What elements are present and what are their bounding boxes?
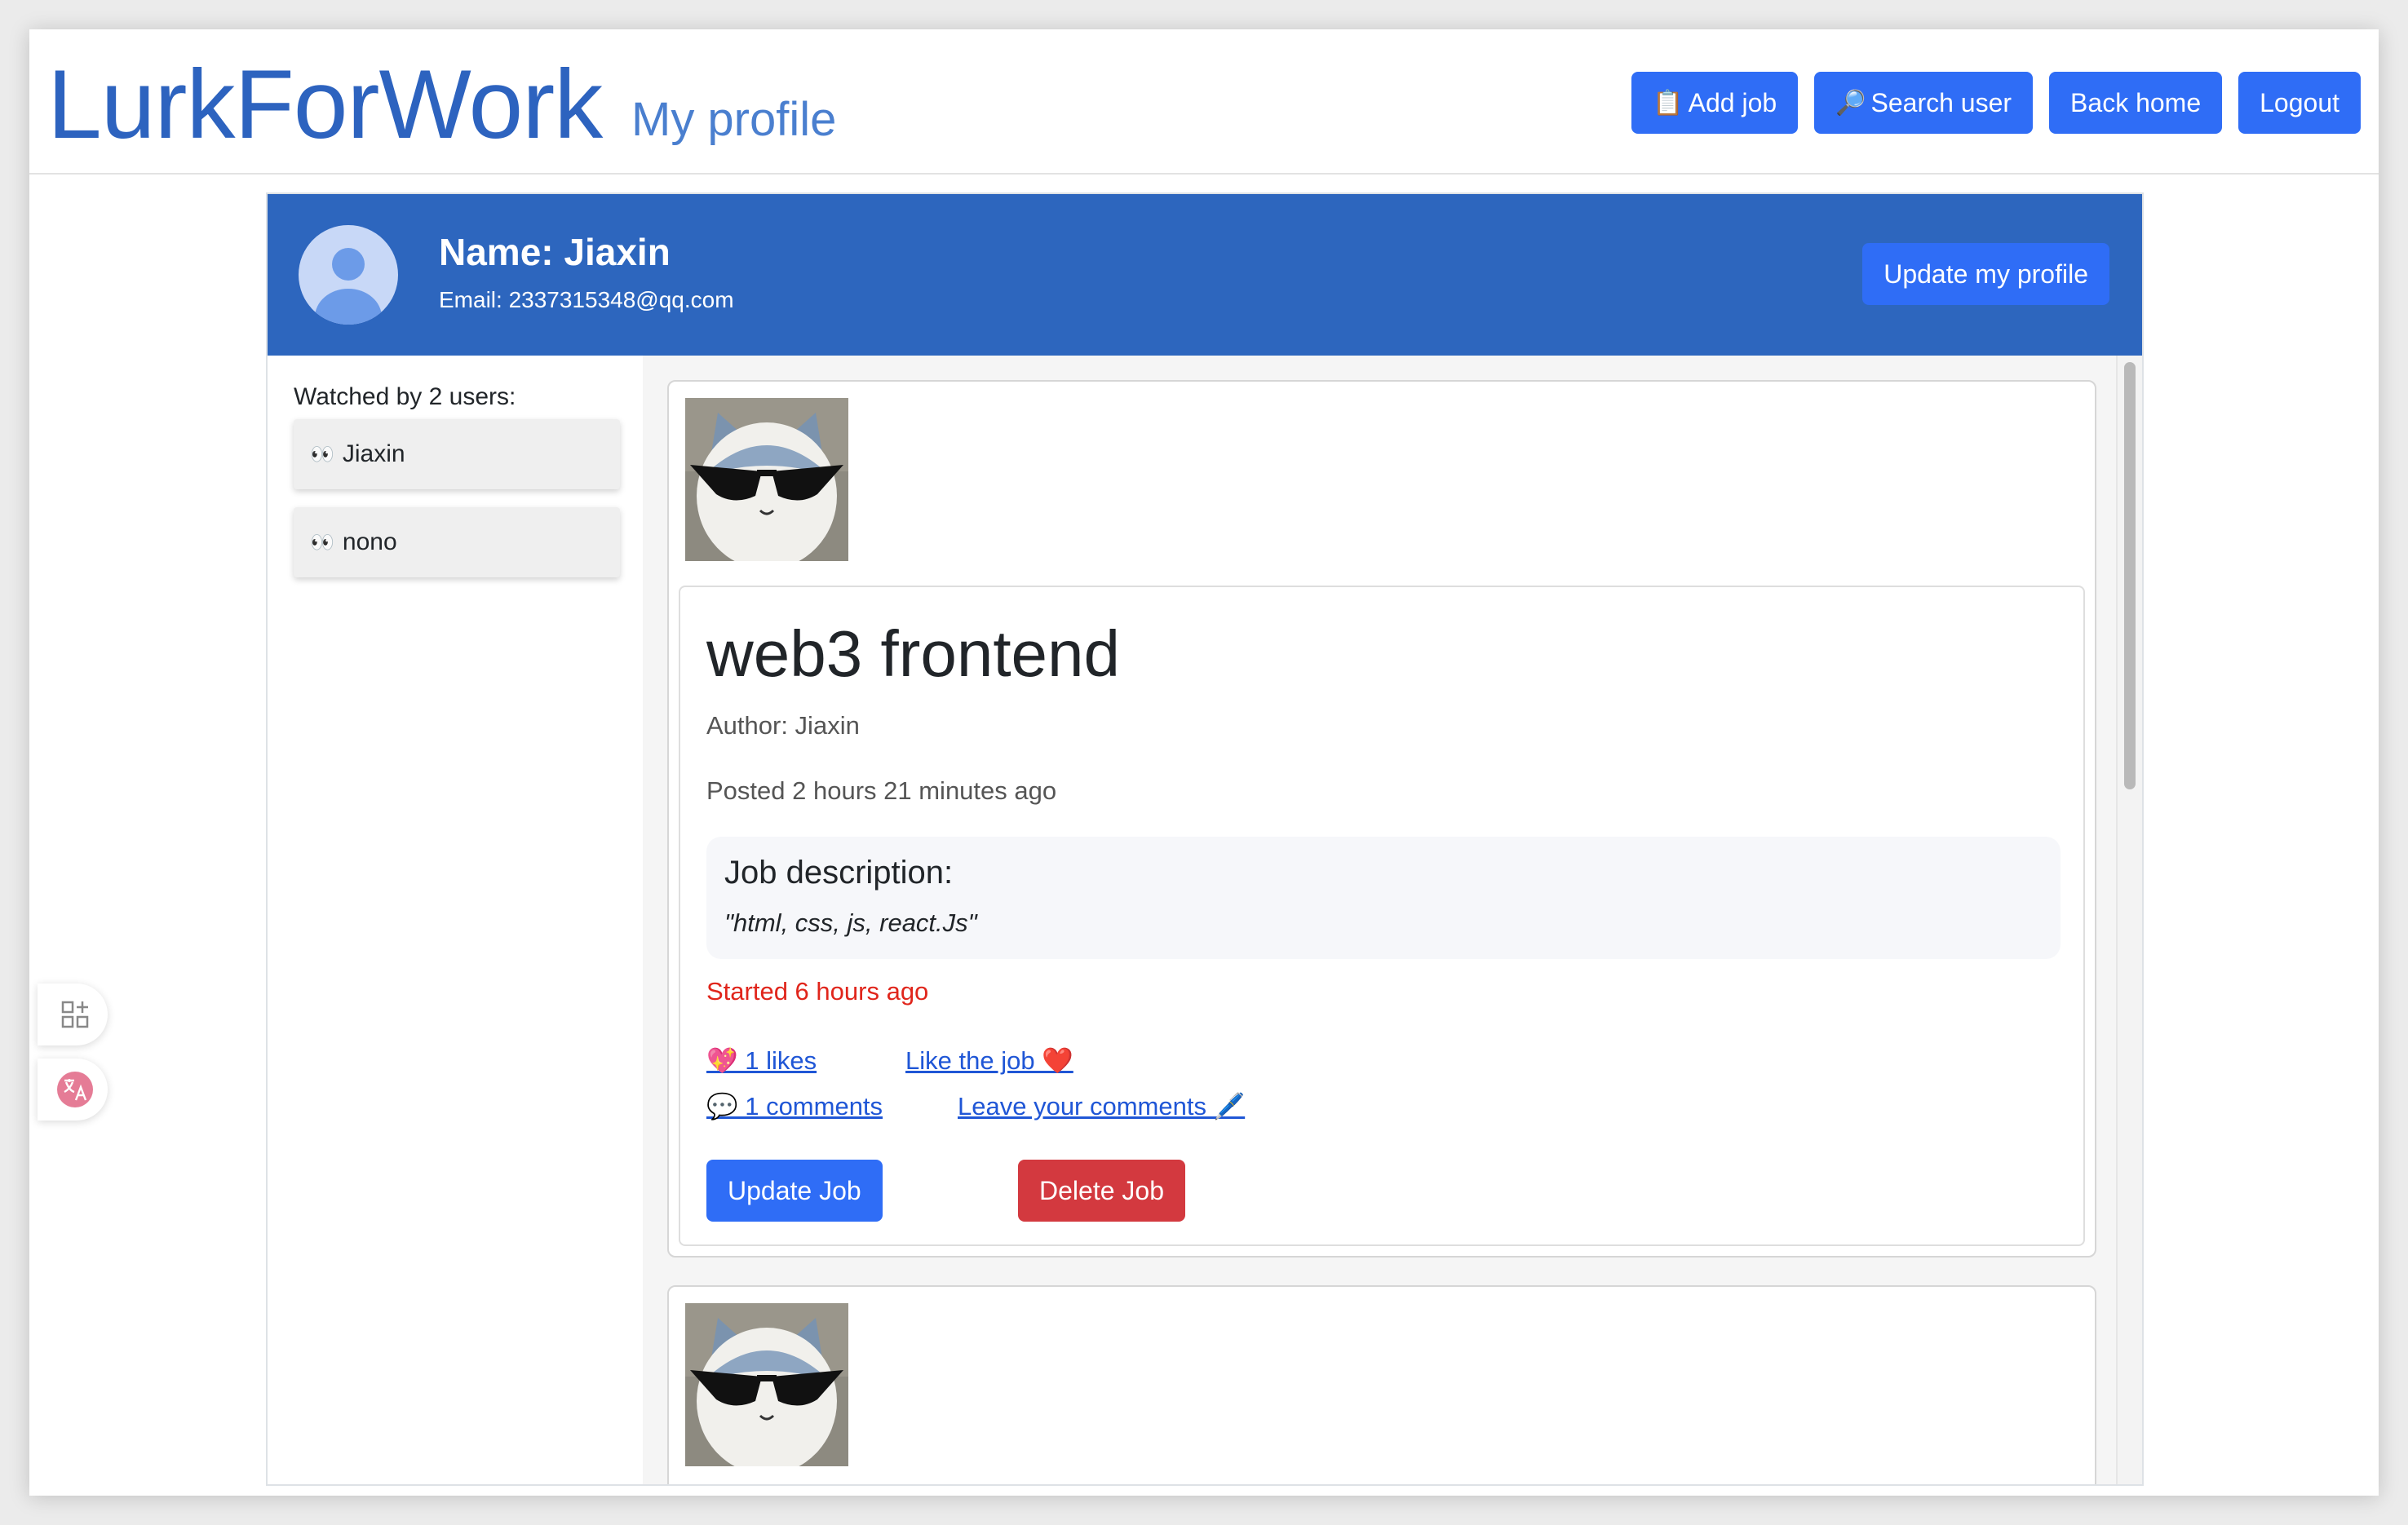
job-author: Author: Jiaxin bbox=[706, 711, 860, 740]
app-window: LurkForWork My profile 📋 Add job 🔎 Searc… bbox=[29, 29, 2379, 1496]
apps-add-icon bbox=[57, 997, 93, 1032]
job-post bbox=[667, 1285, 2096, 1484]
delete-job-button[interactable]: Delete Job bbox=[1018, 1160, 1185, 1222]
profile-header: Name: Jiaxin Email: 2337315348@qq.com Up… bbox=[268, 194, 2142, 356]
watchers-sidebar: Watched by 2 users: 👀 Jiaxin 👀 nono bbox=[268, 356, 643, 1484]
job-title: web3 frontend bbox=[706, 617, 1121, 690]
logout-button[interactable]: Logout bbox=[2238, 72, 2361, 134]
feed-scrollbar[interactable] bbox=[2116, 356, 2142, 1484]
watcher-name: nono bbox=[342, 528, 397, 555]
watcher-item[interactable]: 👀 Jiaxin bbox=[294, 419, 620, 489]
scrollbar-thumb[interactable] bbox=[2124, 362, 2136, 789]
clipboard-icon: 📋 bbox=[1653, 89, 1684, 117]
leave-comment-link[interactable]: Leave your comments 🖊️ bbox=[958, 1091, 1245, 1121]
search-user-button[interactable]: 🔎 Search user bbox=[1814, 72, 2034, 134]
floating-apps-button[interactable] bbox=[38, 984, 108, 1045]
likes-count-link[interactable]: 💖 1 likes bbox=[706, 1045, 817, 1076]
translate-icon bbox=[57, 1072, 93, 1107]
watchers-title: Watched by 2 users: bbox=[294, 383, 516, 410]
update-profile-button[interactable]: Update my profile bbox=[1862, 243, 2109, 305]
update-job-button[interactable]: Update Job bbox=[706, 1160, 883, 1222]
cat-with-sunglasses-image bbox=[685, 1303, 848, 1466]
job-post: web3 frontend Author: Jiaxin Posted 2 ho… bbox=[667, 380, 2096, 1258]
nav-buttons: 📋 Add job 🔎 Search user Back home Logout bbox=[1631, 72, 2361, 134]
avatar-head-shape bbox=[332, 248, 365, 281]
job-image bbox=[685, 398, 848, 561]
job-image bbox=[685, 1303, 848, 1466]
cat-with-sunglasses-image bbox=[685, 398, 848, 561]
job-start-date: Started 6 hours ago bbox=[706, 977, 929, 1006]
magnifier-icon: 🔎 bbox=[1835, 89, 1866, 117]
job-description-text: "html, css, js, react.Js" bbox=[724, 908, 977, 937]
floating-translate-button[interactable] bbox=[38, 1059, 108, 1121]
add-job-label: Add job bbox=[1688, 87, 1777, 117]
back-home-button[interactable]: Back home bbox=[2049, 72, 2223, 134]
add-job-button[interactable]: 📋 Add job bbox=[1631, 72, 1799, 134]
brand-logo[interactable]: LurkForWork bbox=[47, 51, 603, 158]
job-posted-time: Posted 2 hours 21 minutes ago bbox=[706, 776, 1057, 805]
eyes-icon: 👀 bbox=[310, 531, 334, 554]
page-title: My profile bbox=[631, 93, 837, 146]
like-job-link[interactable]: Like the job ❤️ bbox=[905, 1045, 1073, 1076]
watcher-name: Jiaxin bbox=[342, 440, 405, 467]
eyes-icon: 👀 bbox=[310, 443, 334, 466]
job-description-box: Job description: "html, css, js, react.J… bbox=[706, 837, 2061, 959]
profile-email: Email: 2337315348@qq.com bbox=[439, 287, 734, 312]
search-user-label: Search user bbox=[1870, 87, 2012, 117]
profile-card: Name: Jiaxin Email: 2337315348@qq.com Up… bbox=[266, 192, 2144, 1486]
job-description-heading: Job description: bbox=[724, 855, 954, 891]
avatar bbox=[299, 225, 398, 325]
job-feed[interactable]: web3 frontend Author: Jiaxin Posted 2 ho… bbox=[643, 356, 2119, 1484]
profile-name: Name: Jiaxin bbox=[439, 231, 671, 273]
top-navbar: LurkForWork My profile 📋 Add job 🔎 Searc… bbox=[29, 29, 2379, 175]
watcher-item[interactable]: 👀 nono bbox=[294, 507, 620, 577]
avatar-body-shape bbox=[315, 289, 382, 325]
job-card: web3 frontend Author: Jiaxin Posted 2 ho… bbox=[679, 586, 2085, 1246]
comments-count-link[interactable]: 💬 1 comments bbox=[706, 1091, 883, 1121]
